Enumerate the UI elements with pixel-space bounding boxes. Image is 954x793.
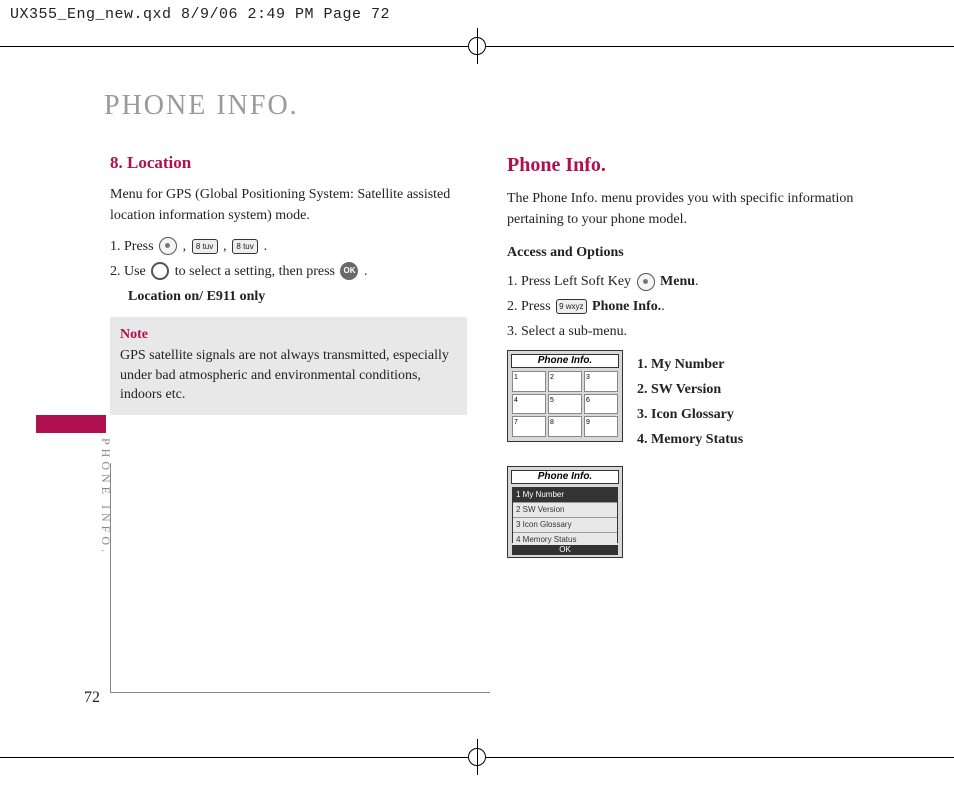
screenshot-softkey: OK — [512, 545, 618, 555]
note-title: Note — [120, 325, 457, 345]
phone-info-step-2: 2. Press 9 wxyz Phone Info.. — [507, 296, 864, 317]
page-title: PHONE INFO. — [104, 90, 864, 122]
crop-header: UX355_Eng_new.qxd 8/9/06 2:49 PM Page 72 — [10, 6, 390, 23]
phone-info-step-3: 3. Select a sub-menu. — [507, 321, 864, 342]
submenu-item: 2. SW Version — [637, 379, 743, 400]
page-content: PHONE INFO. 8. Location Menu for GPS (Gl… — [40, 60, 914, 723]
phone-screenshot-grid: Phone Info. 1 2 3 4 5 6 7 8 9 — [507, 350, 623, 442]
crop-mark-bottom — [0, 739, 954, 775]
nav-key-icon — [151, 262, 169, 280]
screenshot-title: Phone Info. — [511, 470, 619, 484]
access-options-heading: Access and Options — [507, 242, 864, 263]
submenu-item: 3. Icon Glossary — [637, 404, 743, 425]
location-step-2: 2. Use to select a setting, then press O… — [110, 261, 467, 282]
footer-rule-vertical — [110, 463, 111, 693]
soft-key-icon — [637, 273, 655, 291]
key-9-icon: 9 wxyz — [556, 299, 586, 314]
phone-info-intro: The Phone Info. menu provides you with s… — [507, 188, 864, 230]
note-body: GPS satellite signals are not always tra… — [120, 348, 449, 402]
submenu-item: 4. Memory Status — [637, 429, 743, 450]
left-column: 8. Location Menu for GPS (Global Positio… — [110, 150, 467, 558]
location-step-1: 1. Press , 8 tuv , 8 tuv . — [110, 236, 467, 257]
location-heading: 8. Location — [110, 150, 467, 176]
phone-screenshot-list: Phone Info. 1 My Number 2 SW Version 3 I… — [507, 466, 623, 558]
side-tab-accent — [36, 415, 106, 433]
submenu-item: 1. My Number — [637, 354, 743, 375]
note-box: Note GPS satellite signals are not alway… — [110, 317, 467, 415]
ok-key-icon: OK — [340, 262, 358, 280]
key-8-icon: 8 tuv — [232, 239, 258, 254]
right-column: Phone Info. The Phone Info. menu provide… — [507, 150, 864, 558]
submenu-list: 1. My Number 2. SW Version 3. Icon Gloss… — [637, 350, 743, 454]
phone-info-step-1: 1. Press Left Soft Key Menu. — [507, 271, 864, 292]
location-intro: Menu for GPS (Global Positioning System:… — [110, 184, 467, 226]
crop-mark-top — [0, 28, 954, 64]
footer-rule — [110, 692, 490, 693]
key-8-icon: 8 tuv — [192, 239, 218, 254]
location-setting-options: Location on/ E911 only — [128, 286, 467, 307]
screenshot-title: Phone Info. — [511, 354, 619, 368]
phone-info-heading: Phone Info. — [507, 150, 864, 180]
page-number: 72 — [84, 689, 100, 707]
soft-key-icon — [159, 237, 177, 255]
